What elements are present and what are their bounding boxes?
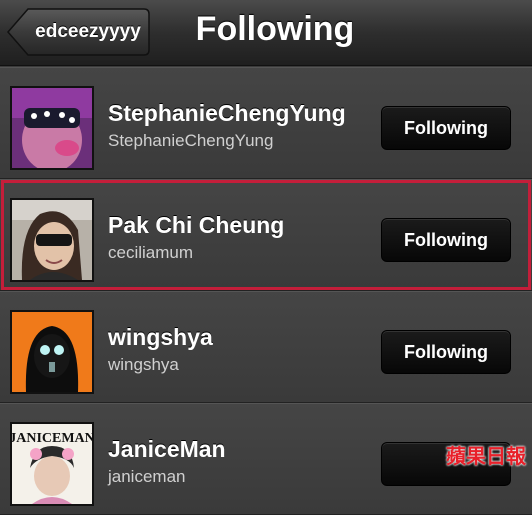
- avatar[interactable]: [10, 310, 94, 394]
- avatar-image: [12, 312, 92, 392]
- avatar[interactable]: [10, 198, 94, 282]
- following-button[interactable]: Following: [381, 218, 511, 262]
- username: StephanieChengYung: [108, 131, 274, 150]
- list-item[interactable]: wingshya wingshya Following: [0, 291, 532, 403]
- username: ceciliamum: [108, 243, 194, 262]
- avatar[interactable]: [10, 86, 94, 170]
- display-name: Pak Chi Cheung: [108, 212, 285, 238]
- username: wingshya: [108, 355, 179, 374]
- back-button-label: edceezyyyy: [35, 21, 141, 42]
- avatar-image: [12, 88, 92, 168]
- display-name: wingshya: [108, 324, 213, 350]
- following-button[interactable]: Following: [381, 106, 511, 150]
- display-name: StephanieChengYung: [108, 100, 346, 126]
- list-item[interactable]: StephanieChengYung StephanieChengYung Fo…: [0, 67, 532, 179]
- avatar[interactable]: JANICEMAN: [10, 422, 94, 506]
- avatar-image: [12, 200, 92, 280]
- page-title: Following: [195, 10, 355, 48]
- following-button[interactable]: Following: [381, 330, 511, 374]
- username: janiceman: [108, 467, 186, 486]
- avatar-logo-text: JANICEMAN: [12, 431, 92, 446]
- display-name: JaniceMan: [108, 436, 226, 462]
- list-item[interactable]: Pak Chi Cheung ceciliamum Following: [0, 179, 532, 291]
- back-button[interactable]: edceezyyyy: [6, 7, 151, 57]
- avatar-image: JANICEMAN: [12, 424, 92, 504]
- watermark-logo: 蘋果日報: [446, 446, 526, 468]
- navigation-bar: edceezyyyy Following: [0, 0, 532, 66]
